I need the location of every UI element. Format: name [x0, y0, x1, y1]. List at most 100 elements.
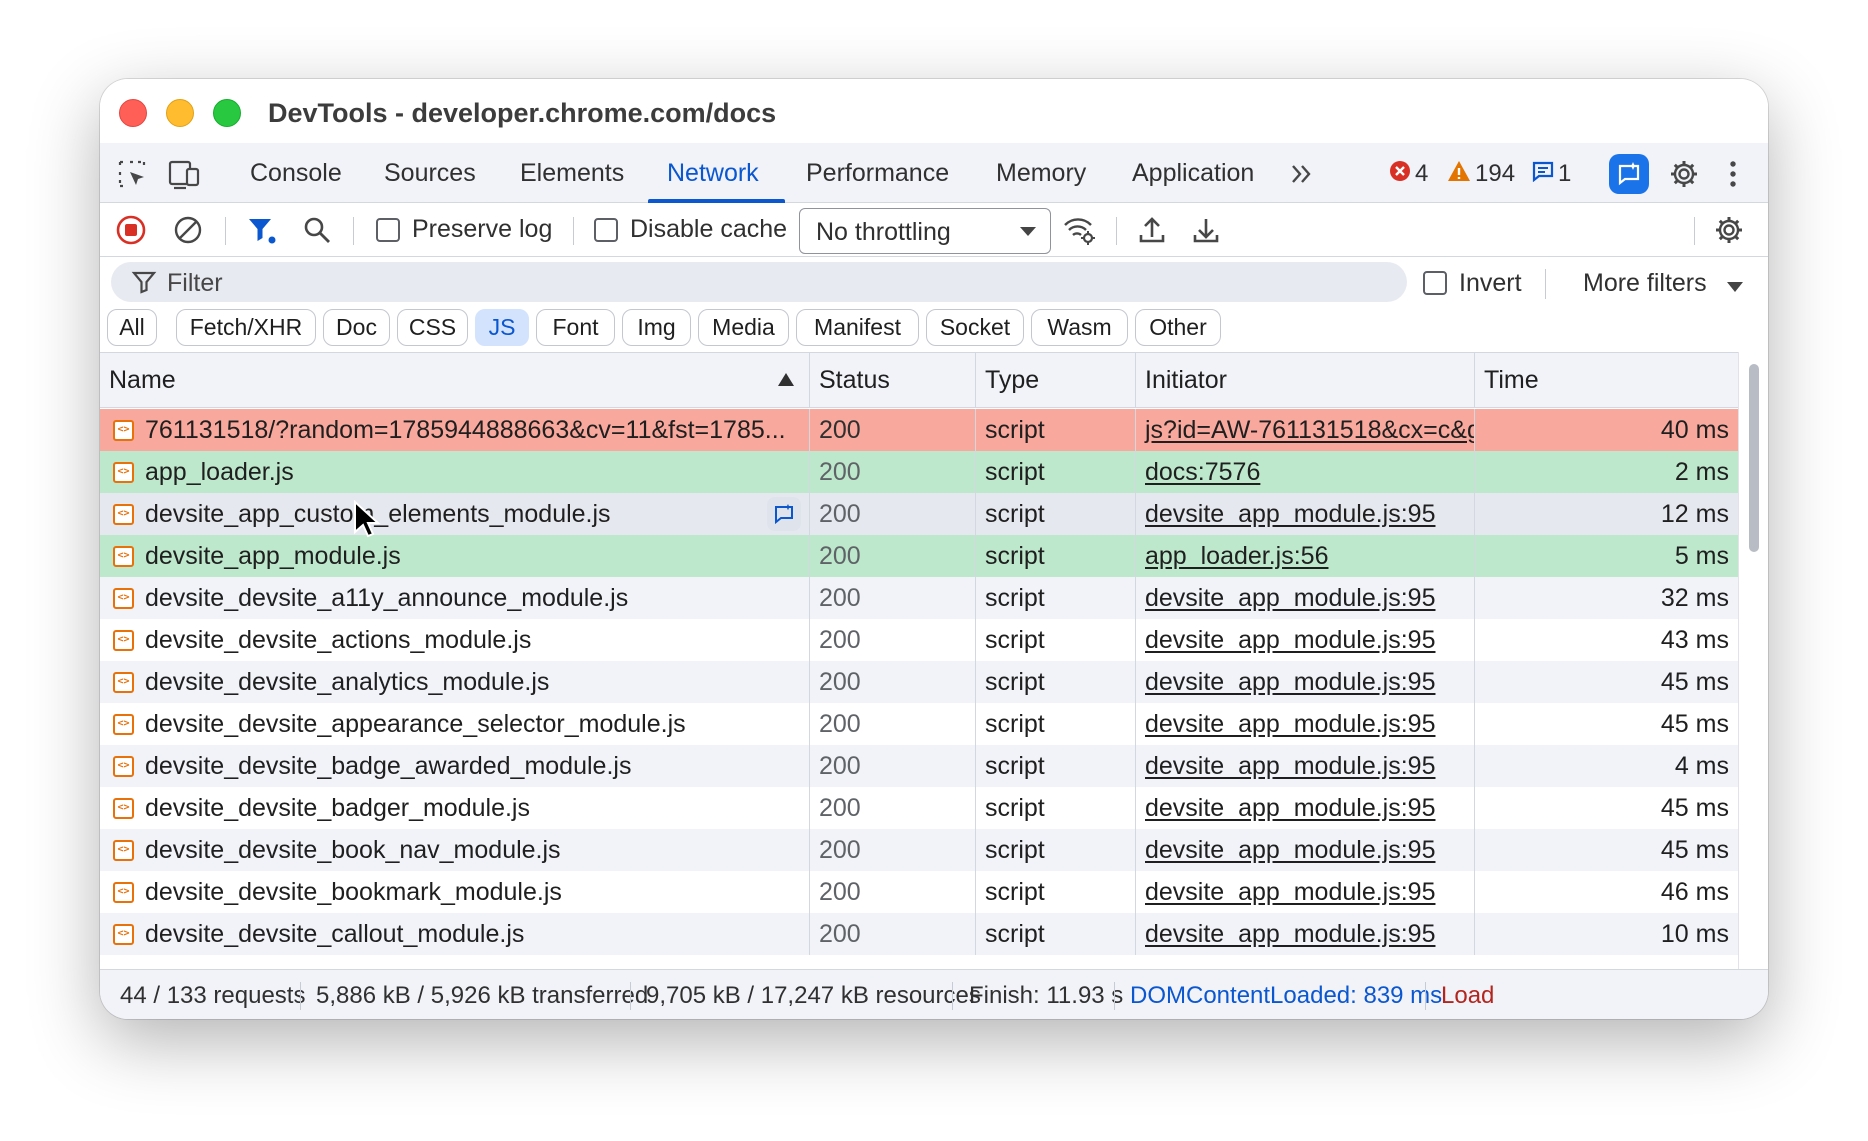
- table-row[interactable]: devsite_devsite_analytics_module.js200sc…: [100, 661, 1738, 703]
- export-har-icon[interactable]: [1189, 213, 1223, 247]
- request-name[interactable]: devsite_devsite_a11y_announce_module.js: [100, 577, 810, 619]
- chevron-down-icon: [1020, 227, 1036, 236]
- table-row[interactable]: devsite_app_custom_elements_module.js200…: [100, 493, 1738, 535]
- more-filters-button[interactable]: More filters: [1583, 269, 1707, 298]
- error-counter[interactable]: 4: [1389, 157, 1428, 191]
- request-name[interactable]: 761131518/?random=1785944888663&cv=11&fs…: [100, 409, 810, 451]
- request-initiator-link[interactable]: devsite_app_module.js:95: [1136, 577, 1475, 619]
- table-scrollbar[interactable]: [1738, 352, 1768, 969]
- column-header-status[interactable]: Status: [810, 353, 976, 407]
- request-initiator-link[interactable]: docs:7576: [1136, 451, 1475, 493]
- table-row[interactable]: devsite_devsite_actions_module.js200scri…: [100, 619, 1738, 661]
- message-counter[interactable]: 1: [1532, 157, 1571, 191]
- column-header-time[interactable]: Time: [1475, 353, 1738, 407]
- more-options-kebab-icon[interactable]: [1716, 157, 1750, 191]
- type-filter-socket[interactable]: Socket: [926, 309, 1024, 346]
- type-filter-manifest[interactable]: Manifest: [796, 309, 919, 346]
- column-header-type[interactable]: Type: [976, 353, 1136, 407]
- close-window-button[interactable]: [119, 99, 147, 127]
- preserve-log-checkbox[interactable]: [376, 218, 400, 242]
- filter-input[interactable]: Filter: [111, 262, 1407, 302]
- request-initiator-link[interactable]: devsite_app_module.js:95: [1136, 745, 1475, 787]
- request-name[interactable]: devsite_devsite_appearance_selector_modu…: [100, 703, 810, 745]
- table-row[interactable]: devsite_devsite_callout_module.js200scri…: [100, 913, 1738, 955]
- filter-toggle-icon[interactable]: [245, 213, 279, 247]
- request-name[interactable]: devsite_devsite_badger_module.js: [100, 787, 810, 829]
- request-initiator-link[interactable]: devsite_app_module.js:95: [1136, 619, 1475, 661]
- zoom-window-button[interactable]: [213, 99, 241, 127]
- request-initiator-link[interactable]: devsite_app_module.js:95: [1136, 829, 1475, 871]
- minimize-window-button[interactable]: [166, 99, 194, 127]
- request-status: 200: [810, 451, 976, 493]
- device-toolbar-icon[interactable]: [167, 157, 201, 191]
- request-initiator-link[interactable]: devsite_app_module.js:95: [1136, 703, 1475, 745]
- type-filter-fetch-xhr[interactable]: Fetch/XHR: [176, 309, 316, 346]
- invert-label: Invert: [1459, 269, 1522, 297]
- request-name[interactable]: devsite_devsite_actions_module.js: [100, 619, 810, 661]
- tab-memory[interactable]: Memory: [996, 143, 1086, 202]
- requests-table: Name Status Type Initiator Time 76113151…: [100, 352, 1738, 969]
- table-row[interactable]: devsite_devsite_book_nav_module.js200scr…: [100, 829, 1738, 871]
- disable-cache-checkbox[interactable]: [594, 218, 618, 242]
- request-name[interactable]: devsite_devsite_book_nav_module.js: [100, 829, 810, 871]
- summary-divider: [952, 982, 953, 1010]
- tab-application[interactable]: Application: [1132, 143, 1254, 202]
- request-name[interactable]: devsite_devsite_analytics_module.js: [100, 661, 810, 703]
- tab-sources[interactable]: Sources: [384, 143, 476, 202]
- tab-performance[interactable]: Performance: [806, 143, 949, 202]
- type-filter-media[interactable]: Media: [698, 309, 789, 346]
- request-name[interactable]: devsite_devsite_bookmark_module.js: [100, 871, 810, 913]
- ai-assistance-icon[interactable]: [1609, 154, 1649, 194]
- request-initiator-link[interactable]: devsite_app_module.js:95: [1136, 913, 1475, 955]
- request-initiator-link[interactable]: devsite_app_module.js:95: [1136, 787, 1475, 829]
- tab-network[interactable]: Network: [667, 143, 759, 202]
- table-row[interactable]: devsite_app_module.js200scriptapp_loader…: [100, 535, 1738, 577]
- clear-log-icon[interactable]: [171, 213, 205, 247]
- error-icon: [1389, 160, 1411, 189]
- ask-ai-row-icon[interactable]: [767, 497, 801, 531]
- table-row[interactable]: devsite_devsite_a11y_announce_module.js2…: [100, 577, 1738, 619]
- import-har-icon[interactable]: [1135, 213, 1169, 247]
- table-row[interactable]: devsite_devsite_appearance_selector_modu…: [100, 703, 1738, 745]
- search-icon[interactable]: [300, 213, 334, 247]
- request-initiator-link[interactable]: devsite_app_module.js:95: [1136, 871, 1475, 913]
- type-filter-img[interactable]: Img: [622, 309, 691, 346]
- request-name[interactable]: devsite_app_module.js: [100, 535, 810, 577]
- type-filter-js[interactable]: JS: [475, 309, 529, 346]
- type-filter-css[interactable]: CSS: [397, 309, 468, 346]
- warning-icon: [1447, 160, 1471, 189]
- request-initiator-link[interactable]: devsite_app_module.js:95: [1136, 493, 1475, 535]
- inspect-element-icon[interactable]: [115, 157, 149, 191]
- request-initiator-link[interactable]: devsite_app_module.js:95: [1136, 661, 1475, 703]
- request-name[interactable]: devsite_app_custom_elements_module.js: [100, 493, 810, 535]
- warning-counter[interactable]: 194: [1447, 157, 1515, 191]
- request-name[interactable]: devsite_devsite_badge_awarded_module.js: [100, 745, 810, 787]
- type-filter-all[interactable]: All: [107, 309, 157, 346]
- request-name[interactable]: devsite_devsite_callout_module.js: [100, 913, 810, 955]
- request-time: 10 ms: [1660, 920, 1729, 948]
- table-row[interactable]: devsite_devsite_bookmark_module.js200scr…: [100, 871, 1738, 913]
- settings-gear-icon[interactable]: [1667, 157, 1701, 191]
- type-filter-font[interactable]: Font: [536, 309, 615, 346]
- network-settings-gear-icon[interactable]: [1712, 213, 1746, 247]
- type-filter-doc[interactable]: Doc: [323, 309, 390, 346]
- tab-elements[interactable]: Elements: [520, 143, 624, 202]
- request-name[interactable]: app_loader.js: [100, 451, 810, 493]
- tab-console[interactable]: Console: [250, 143, 342, 202]
- table-row[interactable]: devsite_devsite_badge_awarded_module.js2…: [100, 745, 1738, 787]
- table-row[interactable]: devsite_devsite_badger_module.js200scrip…: [100, 787, 1738, 829]
- network-conditions-icon[interactable]: [1062, 213, 1096, 247]
- column-header-name[interactable]: Name: [100, 353, 810, 407]
- more-tabs-chevron-icon[interactable]: [1285, 157, 1319, 191]
- table-row[interactable]: 761131518/?random=1785944888663&cv=11&fs…: [100, 409, 1738, 451]
- column-header-initiator[interactable]: Initiator: [1136, 353, 1475, 407]
- table-row[interactable]: app_loader.js200scriptdocs:7576 2 ms: [100, 451, 1738, 493]
- stop-recording-icon[interactable]: [114, 213, 148, 247]
- type-filter-other[interactable]: Other: [1135, 309, 1221, 346]
- throttling-select[interactable]: No throttling: [799, 208, 1051, 254]
- type-filter-wasm[interactable]: Wasm: [1031, 309, 1128, 346]
- scrollbar-thumb[interactable]: [1749, 364, 1759, 552]
- request-initiator-link[interactable]: app_loader.js:56: [1136, 535, 1475, 577]
- request-initiator-link[interactable]: js?id=AW-761131518&cx=c&g: [1136, 409, 1475, 451]
- invert-checkbox[interactable]: [1423, 271, 1447, 295]
